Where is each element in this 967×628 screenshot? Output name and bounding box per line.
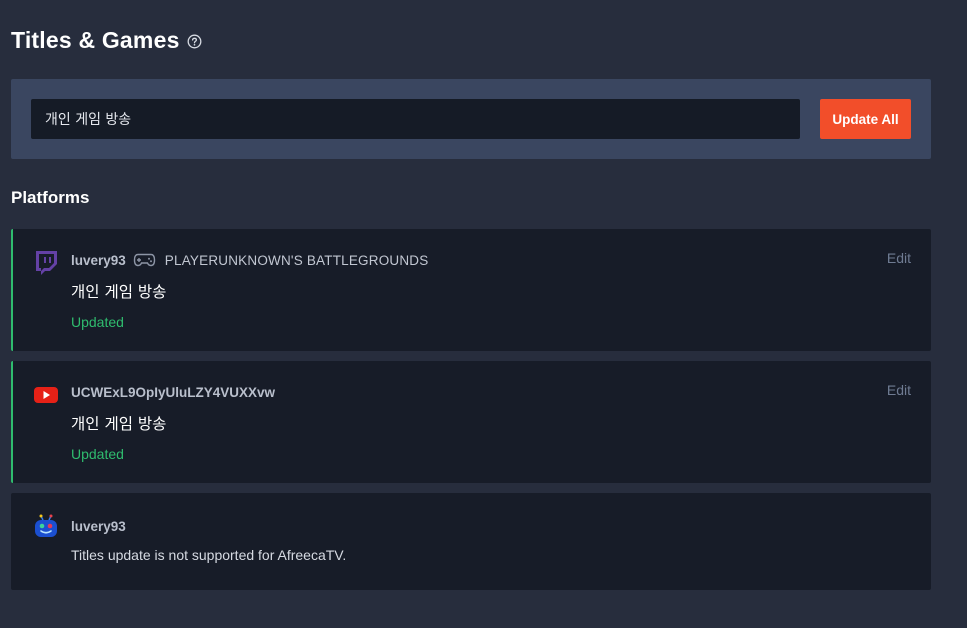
update-all-button[interactable]: Update All	[820, 99, 911, 139]
account-name: UCWExL9OpIyUluLZY4VUXXvw	[71, 384, 276, 400]
edit-link[interactable]: Edit	[887, 250, 911, 266]
unsupported-message: Titles update is not supported for Afree…	[71, 547, 347, 563]
youtube-icon	[33, 381, 59, 407]
question-circle-icon[interactable]	[187, 34, 202, 49]
update-title-panel: Update All	[11, 79, 931, 159]
account-name: luvery93	[71, 518, 126, 534]
game-name: PLAYERUNKNOWN'S BATTLEGROUNDS	[164, 252, 429, 268]
stream-title-input[interactable]	[31, 99, 800, 139]
platform-card-afreecatv: luvery93 Titles update is not supported …	[11, 493, 931, 590]
platform-card-twitch: luvery93 PLAYERUNKNOWN'S BATTLEGROUNDS E…	[11, 229, 931, 351]
card-header: UCWExL9OpIyUluLZY4VUXXvw	[71, 383, 275, 401]
platforms-heading: Platforms	[11, 188, 90, 207]
titles-games-page: Titles & Games Update All Platforms luve…	[0, 0, 967, 628]
page-title: Titles & Games	[11, 26, 180, 53]
stream-title: 개인 게임 방송	[71, 415, 167, 433]
card-header: luvery93 PLAYERUNKNOWN'S BATTLEGROUNDS	[71, 251, 428, 269]
page-header: Titles & Games	[11, 24, 202, 56]
stream-title: 개인 게임 방송	[71, 283, 167, 301]
status-updated: Updated	[71, 314, 124, 330]
card-header: luvery93	[71, 517, 126, 535]
gamepad-icon	[133, 253, 156, 267]
status-updated: Updated	[71, 446, 124, 462]
afreecatv-icon	[33, 513, 59, 539]
platform-card-youtube: UCWExL9OpIyUluLZY4VUXXvw Edit 개인 게임 방송 U…	[11, 361, 931, 483]
account-name: luvery93	[71, 252, 126, 268]
edit-link[interactable]: Edit	[887, 382, 911, 398]
twitch-icon	[33, 249, 59, 275]
